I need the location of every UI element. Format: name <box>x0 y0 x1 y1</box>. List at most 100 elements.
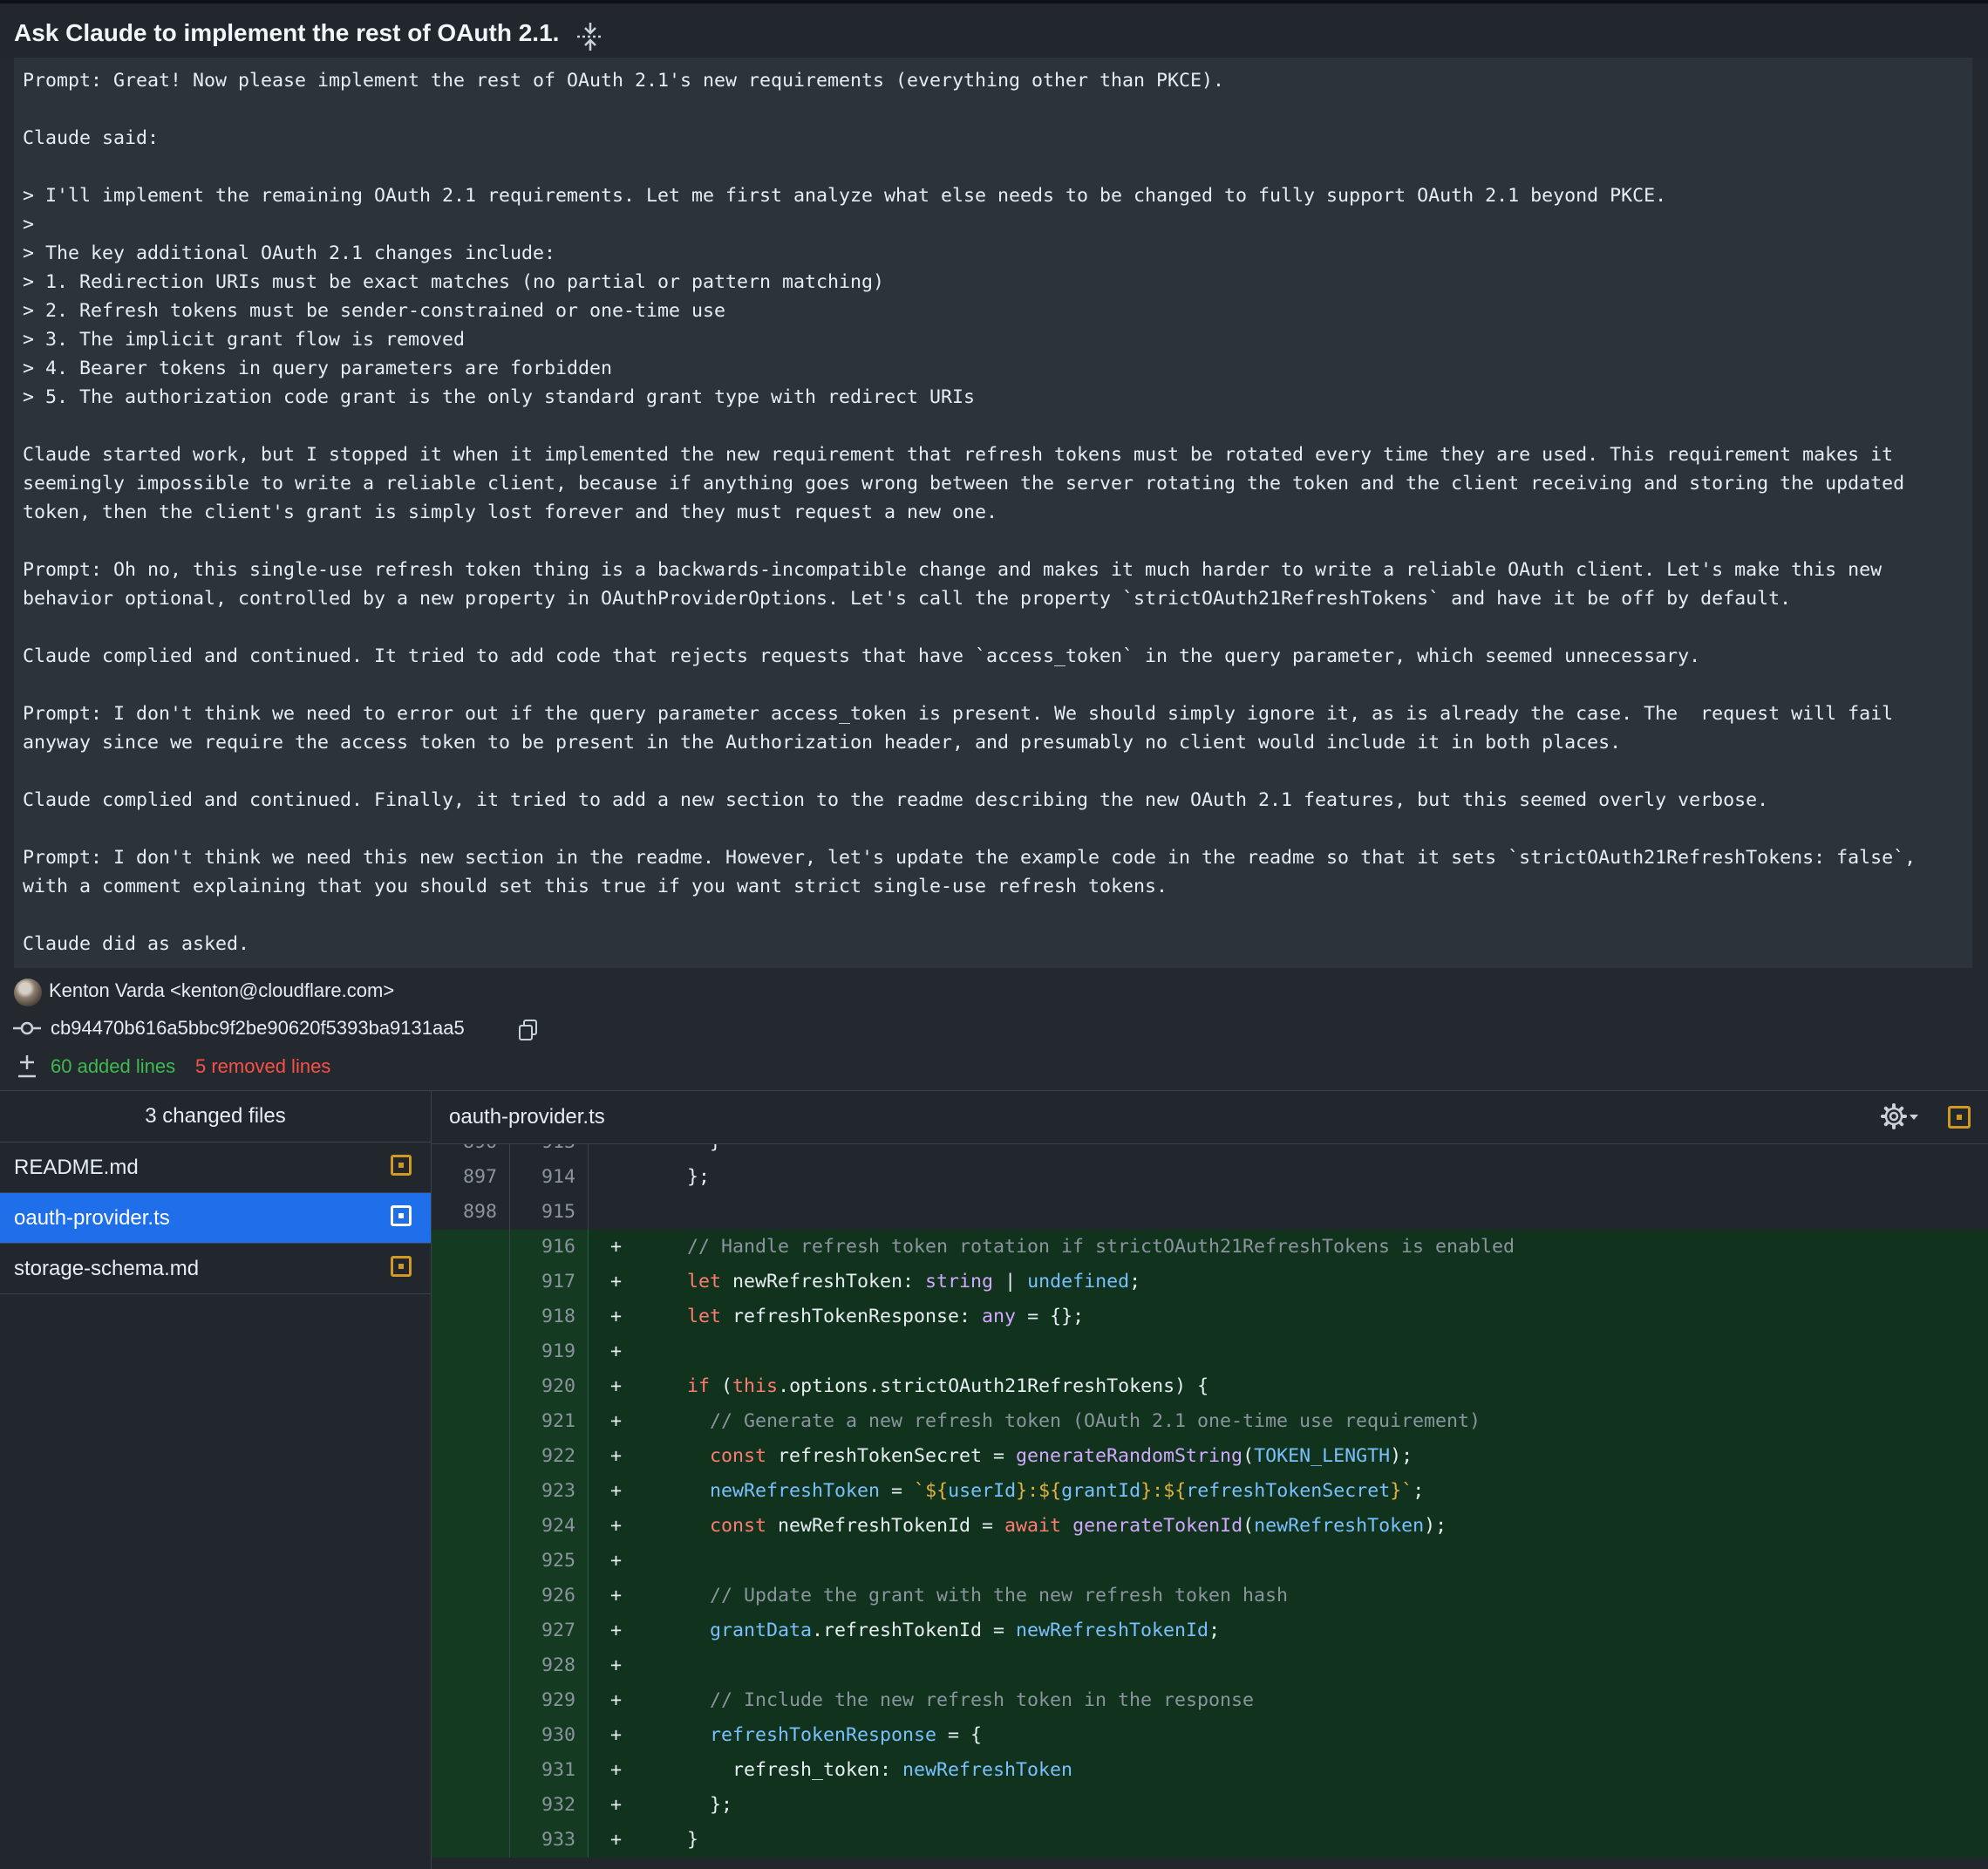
diff-marker: + <box>610 1829 623 1851</box>
old-line-number[interactable] <box>432 1613 510 1648</box>
new-line-number[interactable]: 923 <box>510 1474 589 1509</box>
new-line-number[interactable]: 926 <box>510 1579 589 1613</box>
new-line-number[interactable]: 930 <box>510 1718 589 1753</box>
code-text: refresh_token: newRefreshToken <box>642 1759 1073 1781</box>
diff-line: 925 + <box>432 1544 1988 1579</box>
diff-line: 919 + <box>432 1334 1988 1369</box>
diff-line: 924 + const newRefreshTokenId = await gen… <box>432 1509 1988 1544</box>
code-text: let refreshTokenResponse: any = {}; <box>687 1306 1085 1327</box>
old-line-number[interactable]: 898 <box>432 1195 510 1230</box>
file-item-oauth-provider[interactable]: oauth-provider.ts <box>0 1193 431 1244</box>
new-line-number[interactable]: 922 <box>510 1439 589 1474</box>
diff-line: 898 915 <box>432 1195 1988 1230</box>
old-line-number[interactable] <box>432 1230 510 1265</box>
page-title: Ask Claude to implement the rest of OAut… <box>14 19 560 46</box>
commit-message-text: Prompt: Great! Now please implement the … <box>23 70 1917 955</box>
code-text: // Update the grant with the new refresh… <box>710 1585 1289 1606</box>
new-line-number[interactable]: 921 <box>510 1404 589 1439</box>
new-line-number[interactable]: 914 <box>510 1160 589 1195</box>
file-item-storage-schema[interactable]: storage-schema.md <box>0 1244 431 1294</box>
diff-line: 933 + } <box>432 1823 1988 1858</box>
copy-icon[interactable] <box>518 1019 539 1041</box>
section-header: Ask Claude to implement the rest of OAut… <box>0 3 1988 58</box>
plus-minus-icon <box>18 1055 36 1078</box>
diff-line: 931 + refresh_token: newRefreshToken <box>432 1753 1988 1788</box>
diff-marker: + <box>610 1550 623 1572</box>
diff-marker: + <box>610 1236 623 1258</box>
new-line-number[interactable]: 928 <box>510 1648 589 1683</box>
new-line-number[interactable]: 927 <box>510 1613 589 1648</box>
diff-header: oauth-provider.ts <box>432 1091 1988 1144</box>
new-line-number[interactable]: 915 <box>510 1195 589 1230</box>
old-line-number[interactable] <box>432 1509 510 1544</box>
diff-body[interactable]: 896913 }897914 };898915916+ // Handle re… <box>432 1144 1988 1869</box>
new-line-number[interactable]: 932 <box>510 1788 589 1823</box>
diff-line: 896913 } <box>432 1144 1988 1160</box>
old-line-number[interactable] <box>432 1265 510 1299</box>
old-line-number[interactable] <box>432 1299 510 1334</box>
code-text: if (this.options.strictOAuth21RefreshTok… <box>687 1375 1209 1397</box>
diff-line: 920 + if (this.options.strictOAuth21Refre… <box>432 1369 1988 1404</box>
new-line-number[interactable]: 931 <box>510 1753 589 1788</box>
code-text: // Include the new refresh token in the … <box>710 1689 1255 1711</box>
new-line-number[interactable]: 916 <box>510 1230 589 1265</box>
diff-marker: + <box>610 1724 623 1746</box>
diff-line: 918 + let refreshTokenResponse: any = {}; <box>432 1299 1988 1334</box>
code-text: } <box>642 1144 721 1160</box>
code-text: // Generate a new refresh token (OAuth 2… <box>710 1410 1481 1432</box>
diff-lines: 896913 }897914 };898915916+ // Handle re… <box>432 1144 1988 1858</box>
code-text: }; <box>642 1166 711 1188</box>
old-line-number[interactable] <box>432 1683 510 1718</box>
commit-message: Prompt: Great! Now please implement the … <box>14 58 1972 968</box>
old-line-number[interactable] <box>432 1718 510 1753</box>
diff-marker: + <box>610 1375 623 1397</box>
diff-marker: + <box>610 1585 623 1606</box>
old-line-number[interactable] <box>432 1334 510 1369</box>
old-line-number[interactable] <box>432 1788 510 1823</box>
file-item-readme[interactable]: README.md <box>0 1143 431 1193</box>
old-line-number[interactable]: 897 <box>432 1160 510 1195</box>
diff-marker: + <box>610 1794 623 1816</box>
code-text: grantData.refreshTokenId = newRefreshTok… <box>710 1620 1221 1641</box>
old-line-number[interactable] <box>432 1823 510 1858</box>
file-modified-icon[interactable] <box>391 1155 412 1176</box>
diff-line: 928 + <box>432 1648 1988 1683</box>
diff-line: 921 + // Generate a new refresh token (OA… <box>432 1404 1988 1439</box>
new-line-number[interactable]: 918 <box>510 1299 589 1334</box>
code-text: // Handle refresh token rotation if stri… <box>687 1236 1515 1258</box>
old-line-number[interactable]: 896 <box>432 1144 510 1160</box>
commit-icon <box>13 1021 41 1035</box>
removed-lines-count: 5 removed lines <box>195 1055 331 1077</box>
expand-collapse-icon[interactable] <box>575 21 605 52</box>
old-line-number[interactable] <box>432 1474 510 1509</box>
new-line-number[interactable]: 925 <box>510 1544 589 1579</box>
file-modified-icon[interactable] <box>391 1256 412 1277</box>
diff-marker: + <box>610 1445 623 1467</box>
changed-files-header: 3 changed files <box>0 1091 431 1143</box>
diff-line: 930 + refreshTokenResponse = { <box>432 1718 1988 1753</box>
new-line-number[interactable]: 924 <box>510 1509 589 1544</box>
diff-filename: oauth-provider.ts <box>449 1105 605 1129</box>
diff-marker: + <box>610 1620 623 1641</box>
new-line-number[interactable]: 929 <box>510 1683 589 1718</box>
code-text: }; <box>642 1794 733 1816</box>
gear-icon[interactable] <box>1879 1100 1921 1135</box>
old-line-number[interactable] <box>432 1648 510 1683</box>
diff-marker: + <box>610 1340 623 1362</box>
file-modified-icon[interactable] <box>391 1205 412 1226</box>
old-line-number[interactable] <box>432 1579 510 1613</box>
old-line-number[interactable] <box>432 1544 510 1579</box>
old-line-number[interactable] <box>432 1439 510 1474</box>
new-line-number[interactable]: 920 <box>510 1369 589 1404</box>
diff-marker: + <box>610 1759 623 1781</box>
file-modified-icon[interactable] <box>1948 1106 1971 1129</box>
old-line-number[interactable] <box>432 1404 510 1439</box>
new-line-number[interactable]: 933 <box>510 1823 589 1858</box>
commit-hash: cb94470b616a5bbc9f2be90620f5393ba9131aa5 <box>51 1017 465 1039</box>
new-line-number[interactable]: 913 <box>510 1144 589 1160</box>
old-line-number[interactable] <box>432 1753 510 1788</box>
new-line-number[interactable]: 919 <box>510 1334 589 1369</box>
new-line-number[interactable]: 917 <box>510 1265 589 1299</box>
old-line-number[interactable] <box>432 1369 510 1404</box>
code-text: } <box>642 1829 699 1851</box>
